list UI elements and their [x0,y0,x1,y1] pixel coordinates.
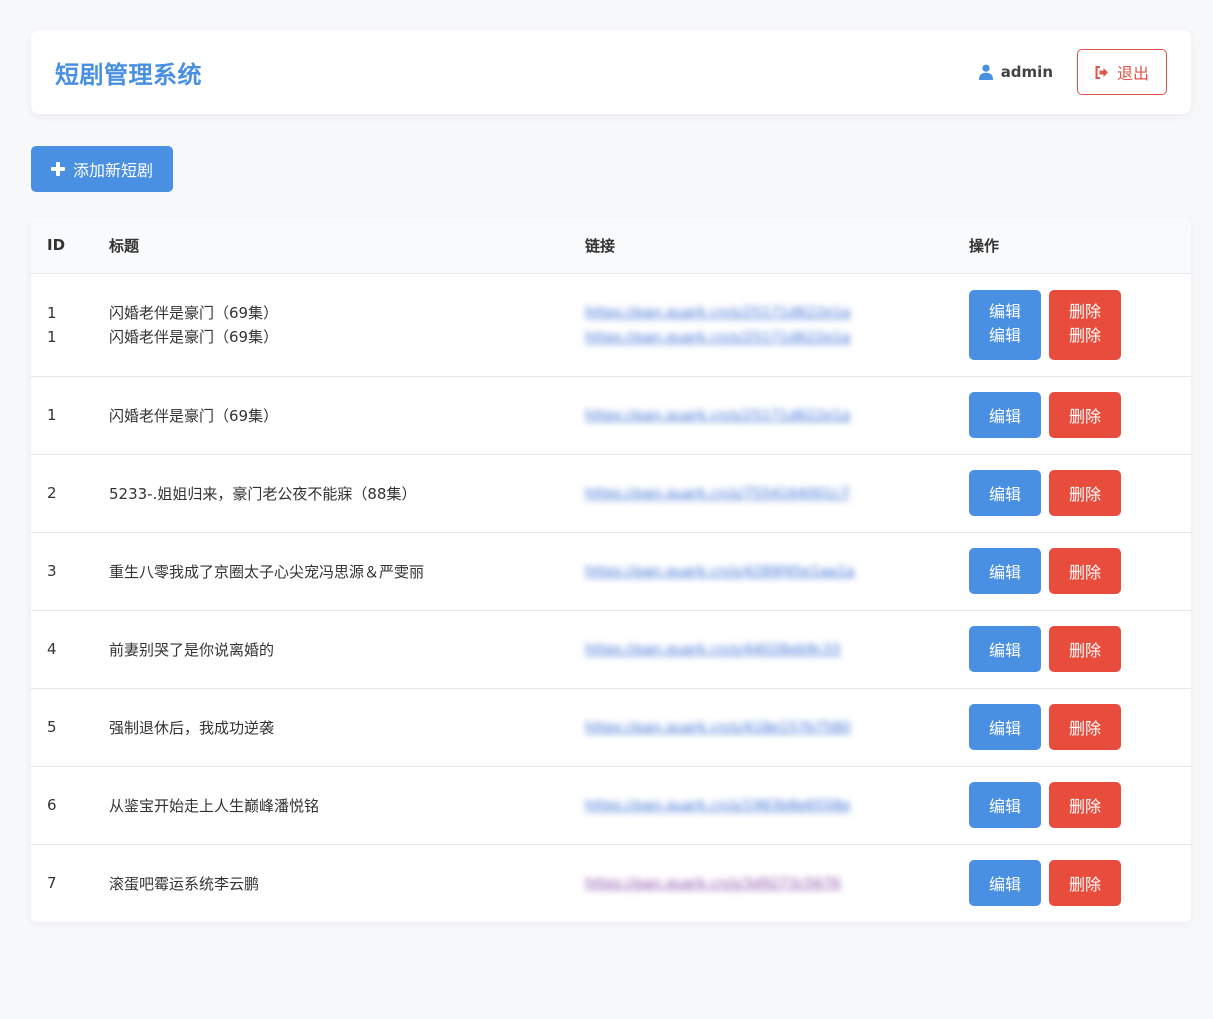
edit-button[interactable]: 编辑 [969,392,1041,438]
row-title: 滚蛋吧霉运系统李云鹏 [109,874,260,893]
row-link[interactable]: https://pan.quark.cn/s/4289f45e1aa1a [585,564,854,580]
delete-button[interactable]: 删除 [1049,548,1121,594]
delete-button[interactable]: 删除 [1049,782,1121,828]
sign-out-icon [1095,65,1109,79]
row-id: 4 [31,610,109,689]
edit-button[interactable]: 编辑 [969,704,1041,750]
row-link[interactable]: https://pan.quark.cn/s/1983b8e6558e [585,798,850,814]
row-actions: 编辑 删除 [969,844,1191,922]
table-row: 6 从鉴宝开始走上人生巅峰潘悦铭 https://pan.quark.cn/s/… [31,766,1191,845]
delete-button[interactable]: 删除 [1049,470,1121,516]
row-link[interactable]: https://pan.quark.cn/s/25171d622e1a [585,408,850,424]
column-header-id: ID [31,218,109,274]
drama-table: ID 标题 链接 操作 1 1 闪婚老伴是豪门（69集） 闪婚老伴是豪门（69集… [31,218,1191,922]
row-id: 1 [31,376,109,455]
add-drama-label: 添加新短剧 [72,163,153,180]
row-link-cell: https://pan.quark.cn/s/7554164001c7 [585,454,969,533]
column-header-link: 链接 [585,218,969,274]
table-row: 1 闪婚老伴是豪门（69集） https://pan.quark.cn/s/25… [31,376,1191,455]
edit-button[interactable]: 编辑 [969,470,1041,516]
row-link-cell: https://pan.quark.cn/s/25171d622e1a http… [585,273,969,377]
row-id: 6 [31,766,109,845]
table-row: 1 1 闪婚老伴是豪门（69集） 闪婚老伴是豪门（69集） https://pa… [31,273,1191,377]
row-link-cell: https://pan.quark.cn/s/418e157b7580 [585,688,969,767]
user-icon [978,64,993,80]
edit-button[interactable]: 编辑 编辑 [969,289,1041,360]
table-row: 3 重生八零我成了京圈太子心尖宠冯思源＆严雯丽 https://pan.quar… [31,532,1191,611]
delete-button[interactable]: 删除 [1049,704,1121,750]
row-id: 1 [47,327,57,346]
app-title: 短剧管理系统 [55,60,202,89]
row-title: 前妻别哭了是你说离婚的 [109,610,585,689]
logout-button[interactable]: 退出 [1077,49,1167,95]
row-id: 5 [31,688,109,767]
edit-button[interactable]: 编辑 [969,782,1041,828]
table-row: 7 滚蛋吧霉运系统李云鹏 https://pan.quark.cn/s/3d92… [31,844,1191,922]
row-link[interactable]: https://pan.quark.cn/s/44028eb9c33 [585,642,840,658]
row-actions: 编辑 删除 [969,766,1191,845]
row-link-cell: https://pan.quark.cn/s/44028eb9c33 [585,610,969,689]
delete-label: 删除 [1068,303,1101,321]
plus-icon [50,162,65,176]
table-row: 2 5233-.姐姐归来，豪门老公夜不能寐（88集） https://pan.q… [31,454,1191,533]
row-link-cell: https://pan.quark.cn/s/3d9273c5676 [585,844,969,922]
row-actions: 编辑 删除 [969,688,1191,767]
add-drama-button[interactable]: 添加新短剧 [31,146,173,192]
row-title: 闪婚老伴是豪门（69集） [109,327,279,346]
row-actions: 编辑 删除 [969,610,1191,689]
row-link[interactable]: https://pan.quark.cn/s/25171d622e1a [585,330,850,346]
edit-button[interactable]: 编辑 [969,548,1041,594]
table-row: 5 强制退休后，我成功逆袭 https://pan.quark.cn/s/418… [31,688,1191,767]
delete-label: 删除 [1068,327,1101,345]
delete-button[interactable]: 删除 [1049,626,1121,672]
edit-button[interactable]: 编辑 [969,626,1041,672]
drama-table-card: ID 标题 链接 操作 1 1 闪婚老伴是豪门（69集） 闪婚老伴是豪门（69集… [31,218,1191,922]
row-title: 重生八零我成了京圈太子心尖宠冯思源＆严雯丽 [109,532,585,611]
row-id: 1 [47,303,57,322]
current-user: admin [978,63,1053,81]
row-link[interactable]: https://pan.quark.cn/s/3d9273c5676 [585,876,841,892]
delete-button[interactable]: 删除 删除 [1049,289,1121,360]
row-title: 强制退休后，我成功逆袭 [109,688,585,767]
row-actions: 编辑 编辑 删除 删除 [969,273,1191,377]
row-id-cell: 1 1 [31,273,109,377]
table-row: 4 前妻别哭了是你说离婚的 https://pan.quark.cn/s/440… [31,610,1191,689]
logout-label: 退出 [1116,66,1149,83]
row-title: 闪婚老伴是豪门（69集） [109,376,585,455]
app-header: 短剧管理系统 admin 退出 [31,30,1191,114]
column-header-title: 标题 [109,218,585,274]
row-link-cell: https://pan.quark.cn/s/1983b8e6558e [585,766,969,845]
row-actions: 编辑 删除 [969,454,1191,533]
row-id: 3 [31,532,109,611]
row-id: 7 [47,874,57,893]
row-actions: 编辑 删除 [969,532,1191,611]
row-title: 闪婚老伴是豪门（69集） [109,303,279,322]
row-actions: 编辑 删除 [969,376,1191,455]
row-link[interactable]: https://pan.quark.cn/s/418e157b7580 [585,720,851,736]
row-link-cell: https://pan.quark.cn/s/4289f45e1aa1a [585,532,969,611]
row-title: 5233-.姐姐归来，豪门老公夜不能寐（88集） [109,454,585,533]
column-header-actions: 操作 [969,218,1191,274]
row-link-cell: https://pan.quark.cn/s/25171d622e1a [585,376,969,455]
row-title-cell: 闪婚老伴是豪门（69集） 闪婚老伴是豪门（69集） [109,273,585,377]
row-title: 从鉴宝开始走上人生巅峰潘悦铭 [109,766,585,845]
edit-button[interactable]: 编辑 [969,860,1041,907]
delete-button[interactable]: 删除 [1049,392,1121,438]
delete-button[interactable]: 删除 [1049,860,1121,907]
row-link[interactable]: https://pan.quark.cn/s/25171d622e1a [585,305,850,321]
edit-label: 编辑 [988,327,1021,345]
username: admin [1000,63,1053,81]
header-right: admin 退出 [978,49,1167,95]
table-header-row: ID 标题 链接 操作 [31,218,1191,274]
row-link[interactable]: https://pan.quark.cn/s/7554164001c7 [585,486,850,502]
edit-label: 编辑 [988,303,1021,321]
row-id: 2 [31,454,109,533]
